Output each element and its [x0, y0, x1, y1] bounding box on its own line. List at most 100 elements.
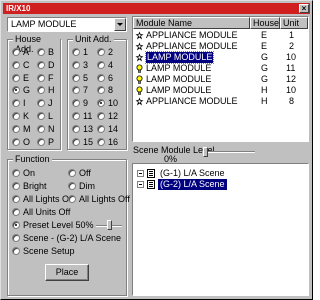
- module-list-row[interactable]: LAMP MODULE H 10: [133, 85, 308, 96]
- scene-tree[interactable]: (G-1) L/A Scene (G-2) L/A Scene: [132, 163, 309, 296]
- chevron-down-icon[interactable]: [114, 18, 126, 31]
- module-name-cell: LAMP MODULE: [146, 85, 212, 95]
- scene-icon: [147, 180, 155, 189]
- column-header-module-name[interactable]: Module Name: [133, 17, 250, 29]
- radio-dot: [97, 137, 105, 146]
- radio-dot: [72, 73, 80, 82]
- house-label: L: [48, 111, 54, 121]
- place-button[interactable]: Place: [45, 264, 89, 281]
- window-title: IR/X10: [6, 4, 31, 13]
- house-label: I: [23, 98, 26, 109]
- function-scene-setup-label: Scene Setup: [23, 246, 75, 256]
- radio-dot: [97, 73, 105, 82]
- module-list-row[interactable]: APPLIANCE MODULE H 8: [133, 96, 308, 107]
- radio-dot: [37, 124, 45, 133]
- unit-label: 1: [83, 47, 89, 57]
- scene-module-level-slider-thumb[interactable]: [203, 147, 208, 157]
- radio-dot: [72, 48, 80, 56]
- radio-dot: [12, 124, 20, 133]
- appliance-icon: [135, 53, 144, 62]
- house-label: N: [48, 123, 55, 134]
- unit-address-legend: Unit Add.: [73, 34, 114, 44]
- unit-cell: 12: [286, 74, 297, 84]
- unit-label: 15: [83, 136, 94, 147]
- unit-label: 16: [108, 136, 119, 147]
- function-scene-label: Scene - (G-2) L/A Scene: [23, 233, 122, 243]
- radio-dot: [12, 137, 20, 146]
- expand-icon[interactable]: [137, 181, 144, 188]
- function-on-label: On: [23, 168, 36, 178]
- house-cell: E: [261, 30, 268, 40]
- lamp-icon: [135, 75, 144, 84]
- unit-label: 2: [108, 47, 114, 57]
- house-cell: H: [261, 96, 268, 106]
- module-list-row[interactable]: APPLIANCE MODULE E 1: [133, 30, 308, 41]
- scene-tree-item-label: (G-1) L/A Scene: [160, 168, 225, 178]
- unit-label: 13: [83, 123, 94, 134]
- radio-dot: [37, 48, 45, 56]
- unit-label: 7: [83, 85, 89, 96]
- function-off-label: Off: [79, 168, 91, 178]
- module-name-cell: LAMP MODULE: [146, 74, 212, 84]
- function-all-lights-on-label: All Lights On: [23, 194, 75, 204]
- function-all-lights-off-label: All Lights Off: [79, 194, 130, 204]
- radio-dot: [12, 195, 20, 203]
- house-label: D: [48, 59, 55, 70]
- radio-dot: [37, 60, 45, 69]
- radio-dot: [72, 137, 80, 146]
- house-cell: G: [261, 74, 269, 84]
- house-address-group: House Add. ABCDEFGHIJKLMNOP: [7, 34, 61, 150]
- radio-dot: [12, 86, 20, 95]
- scene-module-level-slider[interactable]: [205, 151, 255, 153]
- unit-label: 3: [83, 59, 89, 70]
- house-cell: E: [261, 41, 268, 51]
- module-type-select[interactable]: LAMP MODULE: [7, 17, 127, 32]
- house-label: P: [48, 136, 55, 147]
- unit-cell: 11: [286, 63, 296, 73]
- preset-level-slider-thumb[interactable]: [107, 220, 112, 230]
- house-cell: G: [261, 52, 269, 62]
- radio-dot: [12, 48, 20, 56]
- radio-dot: [97, 48, 105, 56]
- expand-icon[interactable]: [137, 170, 144, 177]
- appliance-icon: [135, 97, 144, 106]
- module-name-cell: LAMP MODULE: [146, 63, 212, 73]
- module-list-row[interactable]: APPLIANCE MODULE E 2: [133, 41, 308, 52]
- title-bar[interactable]: IR/X10 ×: [3, 3, 310, 14]
- radio-dot: [37, 73, 45, 82]
- radio-dot: [72, 99, 80, 108]
- close-button[interactable]: ×: [299, 4, 309, 13]
- unit-label: 6: [108, 72, 114, 83]
- unit-address-group: Unit Add. 1 2 3 4 5 6 7 8 9 10 11 12 13 14 15 16: [67, 34, 127, 150]
- module-list-header: Module Name House Unit: [133, 17, 308, 29]
- function-group: Function On Off Bright Dim All Lights On…: [7, 154, 130, 296]
- unit-cell: 2: [289, 41, 295, 51]
- radio-dot: [72, 124, 80, 133]
- lamp-icon: [135, 86, 144, 95]
- house-label: H: [48, 85, 55, 96]
- radio-dot: [12, 112, 20, 120]
- column-header-house[interactable]: House: [250, 17, 280, 29]
- house-label: B: [48, 47, 55, 57]
- module-list-row[interactable]: LAMP MODULE G 11: [133, 63, 308, 74]
- unit-cell: 10: [286, 85, 297, 95]
- unit-label: 12: [108, 111, 119, 121]
- column-header-unit[interactable]: Unit: [280, 17, 308, 29]
- radio-dot: [12, 247, 20, 255]
- module-list-row[interactable]: LAMP MODULE G 10: [133, 51, 308, 64]
- radio-dot: [68, 195, 76, 203]
- function-bright-label: Bright: [23, 181, 47, 191]
- radio-dot: [12, 73, 20, 82]
- radio-dot: [12, 169, 20, 177]
- function-all-units-off-label: All Units Off: [23, 207, 71, 217]
- house-label: G: [23, 85, 31, 96]
- module-list-row[interactable]: LAMP MODULE G 12: [133, 74, 308, 85]
- unit-label: 14: [108, 123, 119, 134]
- module-list[interactable]: Module Name House Unit APPLIANCE MODULE E…: [132, 16, 309, 142]
- radio-dot: [97, 112, 105, 120]
- appliance-icon: [135, 42, 144, 51]
- house-label: M: [23, 123, 31, 134]
- scene-icon: [147, 169, 155, 178]
- radio-dot: [12, 221, 20, 229]
- radio-dot: [12, 182, 20, 190]
